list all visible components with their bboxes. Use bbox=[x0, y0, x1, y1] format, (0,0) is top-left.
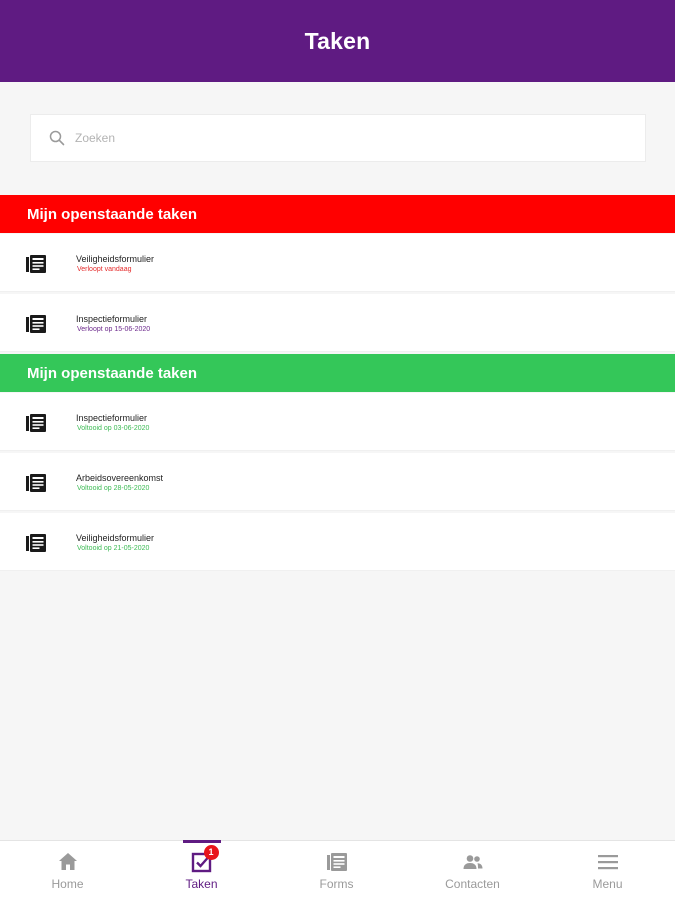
bottom-tab-bar: Home 1 Taken Forms Contacten Menu bbox=[0, 840, 675, 900]
task-status: Voltooid op 21-05-2020 bbox=[77, 545, 150, 552]
active-tab-indicator bbox=[182, 840, 221, 843]
tab-label: Forms bbox=[319, 877, 354, 891]
task-status: Voltooid op 03-06-2020 bbox=[77, 425, 150, 432]
search-bar[interactable] bbox=[30, 114, 646, 162]
notification-badge: 1 bbox=[203, 845, 219, 860]
task-title: Arbeidsovereenkomst bbox=[76, 473, 164, 483]
form-icon bbox=[26, 414, 46, 432]
tab-label: Menu bbox=[592, 877, 623, 891]
tab-label: Taken bbox=[185, 877, 218, 891]
task-status: Verloopt vandaag bbox=[77, 266, 132, 273]
menu-icon bbox=[597, 855, 618, 870]
task-row[interactable]: Veiligheidsformulier Voltooid op 21-05-2… bbox=[0, 513, 675, 571]
task-title: Veiligheidsformulier bbox=[76, 254, 155, 264]
tab-label: Contacten bbox=[445, 877, 500, 891]
task-title: Veiligheidsformulier bbox=[76, 533, 155, 543]
task-title: Inspectieformulier bbox=[76, 314, 148, 324]
task-row[interactable]: Arbeidsovereenkomst Voltooid op 28-05-20… bbox=[0, 453, 675, 511]
home-icon bbox=[58, 853, 77, 870]
task-row[interactable]: Inspectieformulier Verloopt op 15-06-202… bbox=[0, 294, 675, 352]
search-input[interactable] bbox=[75, 131, 595, 145]
page-title: Taken bbox=[304, 27, 371, 54]
tab-contacten[interactable]: Contacten bbox=[405, 841, 540, 900]
section-header-completed-tasks: Mijn openstaande taken bbox=[0, 354, 675, 392]
tasks-icon: 1 bbox=[191, 845, 219, 873]
task-status: Voltooid op 28-05-2020 bbox=[77, 485, 150, 492]
tab-forms[interactable]: Forms bbox=[269, 841, 404, 900]
search-icon bbox=[49, 130, 65, 146]
forms-icon bbox=[326, 853, 347, 871]
form-icon bbox=[26, 315, 46, 333]
task-status: Verloopt op 15-06-2020 bbox=[77, 326, 151, 333]
tab-home[interactable]: Home bbox=[0, 841, 135, 900]
form-icon bbox=[26, 474, 46, 492]
tab-taken[interactable]: 1 Taken bbox=[134, 840, 269, 900]
app-header: Taken bbox=[0, 0, 675, 82]
task-row[interactable]: Veiligheidsformulier Verloopt vandaag bbox=[0, 234, 675, 292]
section-header-open-tasks: Mijn openstaande taken bbox=[0, 195, 675, 233]
contacts-icon bbox=[463, 855, 482, 869]
tab-label: Home bbox=[51, 877, 84, 891]
form-icon bbox=[26, 255, 46, 273]
tab-menu[interactable]: Menu bbox=[540, 841, 675, 900]
form-icon bbox=[26, 534, 46, 552]
task-title: Inspectieformulier bbox=[76, 413, 148, 423]
task-row[interactable]: Inspectieformulier Voltooid op 03-06-202… bbox=[0, 393, 675, 451]
